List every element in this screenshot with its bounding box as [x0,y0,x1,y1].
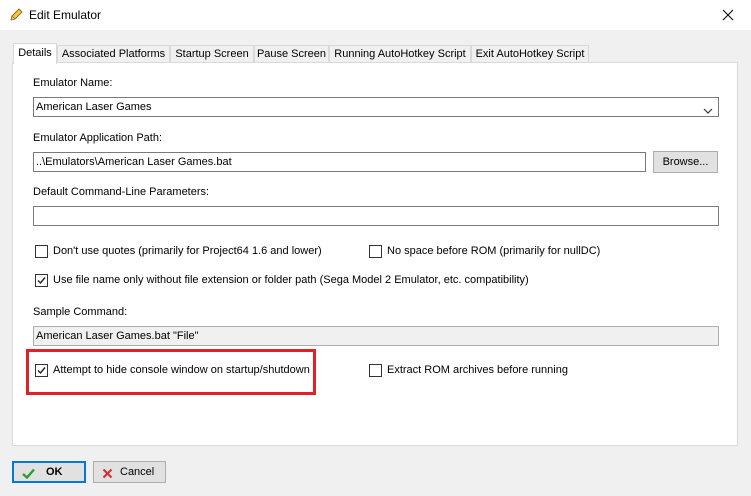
sample-command-field: American Laser Games.bat "File" [33,326,719,346]
sample-command-label: Sample Command: [33,306,128,318]
app-path-label: Emulator Application Path: [33,132,163,144]
close-button[interactable] [705,0,751,30]
hide-console-label: Attempt to hide console window on startu… [53,364,310,376]
file-name-only-label: Use file name only without file extensio… [53,274,529,286]
close-icon [722,9,734,21]
extract-rom-label: Extract ROM archives before running [387,364,568,376]
tab-pause-screen[interactable]: Pause Screen [254,45,329,63]
tab-running-autohotkey-script[interactable]: Running AutoHotkey Script [329,45,471,63]
dont-use-quotes-checkbox[interactable] [35,245,48,258]
ok-label: OK [46,466,63,478]
params-label: Default Command-Line Parameters: [33,186,210,198]
cancel-label: Cancel [120,466,155,478]
no-space-before-rom-label: No space before ROM (primarily for nullD… [387,245,601,257]
hide-console-checkbox[interactable] [35,364,48,377]
dont-use-quotes-label: Don't use quotes (primarily for Project6… [53,245,322,257]
chevron-down-icon [703,103,713,116]
cancel-button[interactable]: Cancel [93,461,166,483]
window-title: Edit Emulator [29,8,102,22]
browse-button[interactable]: Browse... [653,151,718,173]
app-path-input[interactable]: ..\Emulators\American Laser Games.bat [33,152,646,172]
checkmark-icon [37,367,46,375]
params-input[interactable] [33,206,719,226]
file-name-only-checkbox[interactable] [35,274,48,287]
ok-button[interactable]: OK [12,461,86,483]
checkmark-icon [37,277,46,285]
title-bar: Edit Emulator [0,0,751,30]
extract-rom-checkbox[interactable] [369,364,382,377]
tab-details[interactable]: Details [13,43,57,64]
emulator-name-value: American Laser Games [36,101,152,113]
tab-associated-platforms[interactable]: Associated Platforms [57,45,170,63]
pencil-icon [8,7,24,23]
emulator-name-label: Emulator Name: [33,77,113,89]
no-space-before-rom-checkbox[interactable] [369,245,382,258]
check-icon [22,467,35,485]
emulator-name-combo[interactable]: American Laser Games [33,97,719,117]
tab-exit-autohotkey-script[interactable]: Exit AutoHotkey Script [471,45,589,63]
x-icon [102,466,113,486]
tab-startup-screen[interactable]: Startup Screen [170,45,254,63]
